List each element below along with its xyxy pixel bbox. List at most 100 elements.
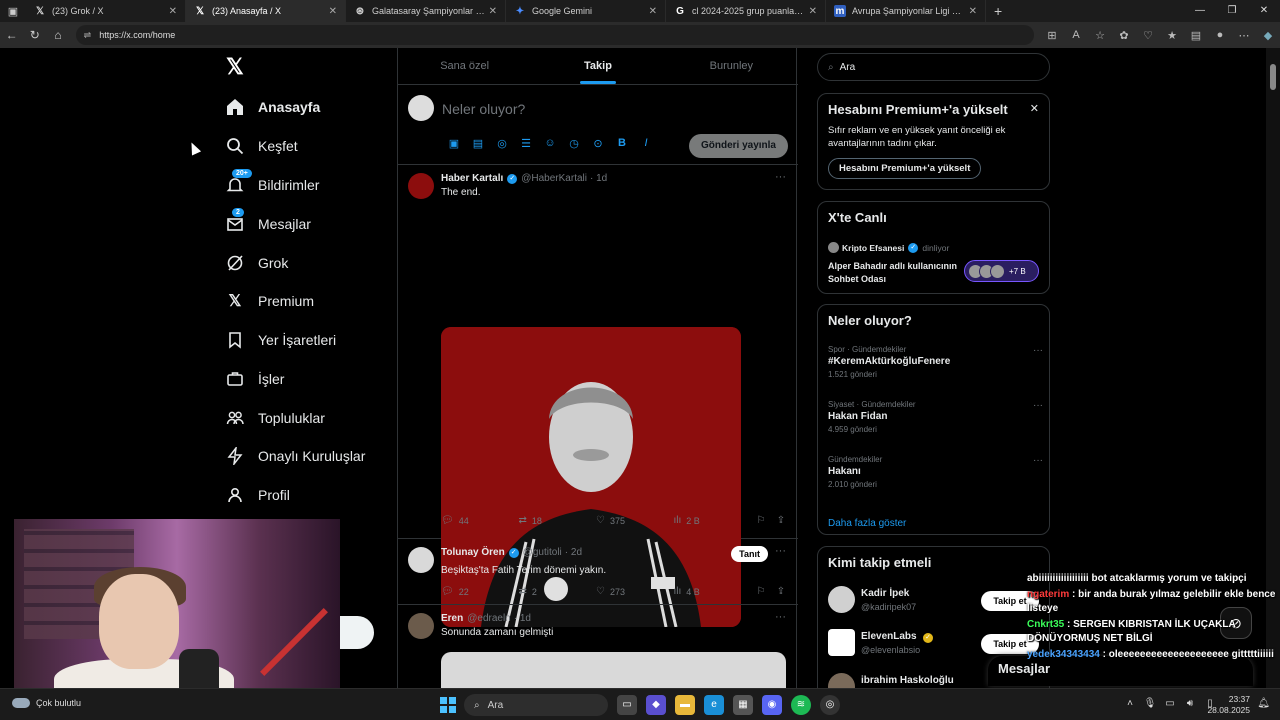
- read-aloud-icon[interactable]: A: [1064, 29, 1088, 42]
- sidebar-item-messages[interactable]: 2 Mesajlar: [226, 208, 311, 239]
- views-button[interactable]: ılı 2 B: [674, 515, 752, 526]
- close-tab-icon[interactable]: ✕: [649, 6, 657, 17]
- copilot-icon[interactable]: ◆: [1256, 29, 1280, 42]
- more-icon[interactable]: ···: [1033, 455, 1043, 466]
- spotify-icon[interactable]: ≋: [791, 695, 811, 715]
- browser-tab[interactable]: 𝕏 (23) Grok / X ✕: [26, 0, 186, 22]
- tray-overflow-icon[interactable]: ˄: [1120, 698, 1140, 709]
- post-author[interactable]: Tolunay Ören: [441, 547, 505, 558]
- avatar[interactable]: [408, 613, 434, 639]
- media-icon[interactable]: ▣: [442, 137, 466, 150]
- close-window-icon[interactable]: ✕: [1248, 0, 1280, 22]
- app-available-icon[interactable]: ⊞: [1040, 29, 1064, 42]
- post-author[interactable]: Haber Kartalı: [441, 173, 503, 184]
- grok-icon[interactable]: ◎: [490, 137, 514, 150]
- browser-tab[interactable]: ✦ Google Gemini ✕: [506, 0, 666, 22]
- tab-for-you[interactable]: Sana özel: [398, 48, 531, 84]
- x-logo-icon[interactable]: 𝕏: [226, 56, 248, 78]
- trend-item[interactable]: Gündemdekiler Hakanı 2.010 gönderi ···: [828, 455, 1043, 489]
- extensions-icon[interactable]: ✿: [1112, 29, 1136, 42]
- file-explorer-icon[interactable]: ▬: [675, 695, 695, 715]
- reply-button[interactable]: 💬︎ 44: [441, 515, 519, 526]
- like-button[interactable]: ♡ 375: [596, 515, 674, 526]
- poll-icon[interactable]: ☰: [514, 137, 538, 150]
- sidebar-post-button[interactable]: [340, 616, 374, 649]
- store-icon[interactable]: ▦: [733, 695, 753, 715]
- close-tab-icon[interactable]: ✕: [169, 6, 177, 17]
- schedule-icon[interactable]: ◷: [562, 137, 586, 150]
- sidebar-item-notifications[interactable]: 20+ Bildirimler: [226, 169, 319, 200]
- close-icon[interactable]: ✕: [1030, 102, 1039, 115]
- profile-avatar-icon[interactable]: ●: [1208, 29, 1232, 42]
- browser-tab[interactable]: ⊛Galatasaray Şampiyonlar Ligi'ne tahmin✕: [346, 0, 506, 22]
- scrollbar-thumb[interactable]: [1270, 64, 1276, 90]
- compose-input[interactable]: Neler oluyor?: [442, 101, 525, 117]
- notification-center-icon[interactable]: 🔔︎: [1257, 698, 1270, 709]
- bookmark-icon[interactable]: ⚐: [751, 586, 771, 597]
- minimize-icon[interactable]: —: [1184, 0, 1216, 22]
- network-icon[interactable]: ▭: [1160, 698, 1180, 709]
- sidebar-item-premium[interactable]: 𝕏 Premium: [226, 286, 314, 316]
- close-tab-icon[interactable]: ✕: [969, 6, 977, 17]
- sidebar-item-grok[interactable]: Grok: [226, 248, 288, 278]
- post-handle[interactable]: @HaberKartali: [521, 173, 587, 184]
- sidebar-item-communities[interactable]: Topluluklar: [226, 403, 325, 433]
- live-room-title[interactable]: Alper Bahadır adlı kullanıcının Sohbet O…: [828, 260, 968, 286]
- favorite-star-icon[interactable]: ☆: [1088, 29, 1112, 42]
- sidebar-item-profile[interactable]: Profil: [226, 480, 290, 510]
- discord-icon[interactable]: ◉: [762, 695, 782, 715]
- collections-icon[interactable]: ▤: [1184, 29, 1208, 42]
- bookmark-icon[interactable]: ⚐: [751, 515, 771, 526]
- url-input[interactable]: ⇌ https://x.com/home: [75, 25, 1034, 45]
- avatar[interactable]: [408, 547, 434, 573]
- browser-tab[interactable]: Gcl 2024-2025 grup puanları - Google✕: [666, 0, 826, 22]
- location-icon[interactable]: ⊙: [586, 137, 610, 150]
- show-more-link[interactable]: Daha fazla göster: [828, 518, 906, 529]
- sidebar-item-verified-orgs[interactable]: Onaylı Kuruluşlar: [226, 441, 365, 471]
- home-browser-icon[interactable]: ⌂: [46, 28, 69, 42]
- sidebar-item-jobs[interactable]: İşler: [226, 364, 284, 394]
- tab-burunley[interactable]: Burunley: [665, 48, 798, 84]
- more-icon[interactable]: ···: [1033, 345, 1043, 356]
- italic-icon[interactable]: I: [634, 137, 658, 150]
- tab-following[interactable]: Takip: [531, 48, 664, 84]
- restore-icon[interactable]: ❐: [1216, 0, 1248, 22]
- live-host[interactable]: Kripto Efsanesi ✓ dinliyor: [828, 242, 949, 253]
- post-handle[interactable]: @edraeln: [467, 613, 511, 624]
- more-icon[interactable]: ···: [775, 611, 786, 623]
- volume-icon[interactable]: 🔊︎: [1180, 698, 1200, 709]
- browser-tab-active[interactable]: 𝕏 (23) Anasayfa / X ✕: [186, 0, 346, 22]
- promote-button[interactable]: Tanıt: [731, 546, 768, 562]
- favorites-icon[interactable]: ★: [1160, 29, 1184, 42]
- browser-essentials-icon[interactable]: ♡: [1136, 29, 1160, 42]
- close-tab-icon[interactable]: ✕: [489, 6, 497, 17]
- more-icon[interactable]: ···: [1033, 400, 1043, 411]
- close-tab-icon[interactable]: ✕: [809, 6, 817, 17]
- back-icon[interactable]: ←: [0, 28, 23, 42]
- edge-icon[interactable]: e: [704, 695, 724, 715]
- trend-item[interactable]: Siyaset · Gündemdekiler Hakan Fidan 4.95…: [828, 400, 1043, 434]
- refresh-icon[interactable]: ↻: [23, 28, 46, 42]
- premium-upgrade-button[interactable]: Hesabını Premium+'a yükselt: [828, 158, 982, 179]
- trend-item[interactable]: Spor · Gündemdekiler #KeremAktürkoğluFen…: [828, 345, 1043, 379]
- browser-tab[interactable]: mAvrupa Şampiyonlar Ligi 2024/2025✕: [826, 0, 986, 22]
- post-handle[interactable]: @gutitoli: [523, 547, 562, 558]
- more-icon[interactable]: ···: [775, 171, 786, 183]
- task-view-icon[interactable]: ▭: [617, 695, 637, 715]
- more-icon[interactable]: ···: [775, 545, 786, 557]
- new-tab-button[interactable]: +: [986, 3, 1010, 19]
- repost-button[interactable]: ⇄ 2: [519, 586, 597, 597]
- sidebar-item-bookmarks[interactable]: Yer İşaretleri: [226, 325, 336, 355]
- avatar[interactable]: [408, 173, 434, 199]
- weather-widget[interactable]: Çok bulutlu: [12, 698, 81, 708]
- like-button[interactable]: ♡ 273: [596, 586, 674, 597]
- site-info-icon[interactable]: ⇌: [84, 30, 92, 41]
- reply-button[interactable]: 💬︎ 22: [441, 586, 519, 597]
- bold-icon[interactable]: B: [610, 137, 634, 150]
- emoji-icon[interactable]: ☺: [538, 137, 562, 150]
- taskbar-clock[interactable]: 23:37 28.08.2025: [1207, 694, 1250, 716]
- more-menu-icon[interactable]: ⋯: [1232, 29, 1256, 42]
- mic-tray-icon[interactable]: 🎙︎: [1140, 698, 1160, 709]
- views-button[interactable]: ılı 4 B: [674, 586, 752, 597]
- live-listeners[interactable]: +7 B: [964, 260, 1039, 282]
